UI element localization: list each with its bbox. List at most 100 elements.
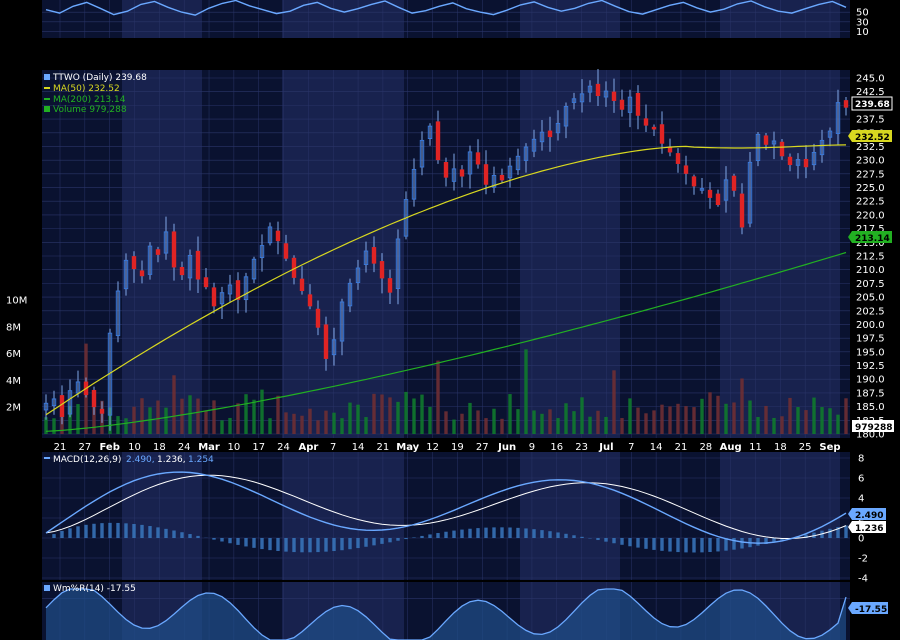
candle-body (203, 277, 209, 288)
candle-body (443, 162, 449, 178)
volume-bar (172, 375, 176, 434)
volume-bar (612, 370, 616, 434)
candle-body (667, 146, 673, 153)
date-tick-label: 7 (628, 442, 634, 453)
svg-text:-17.55: -17.55 (855, 605, 887, 615)
candle-body (483, 164, 489, 185)
volume-bar (396, 401, 400, 434)
stock-chart: 503010 245.0242.5240.0237.5235.0232.5230… (0, 0, 900, 640)
macd-tick-label: 8 (858, 454, 864, 465)
volume-bar (532, 410, 536, 434)
candle-body (659, 124, 665, 144)
macd-histogram-bar (364, 538, 368, 547)
volume-bar (644, 413, 648, 434)
band-top-4 (404, 0, 520, 38)
volume-bar (812, 397, 816, 434)
macd-histogram-bar (348, 538, 352, 550)
band-main-5 (520, 70, 620, 438)
macd-histogram-bar (356, 538, 360, 549)
volume-bar (636, 407, 640, 434)
macd-histogram-bar (108, 522, 112, 538)
macd-histogram-bar (52, 534, 56, 538)
macd-histogram-bar (380, 538, 384, 544)
date-tick-label: Sep (819, 442, 840, 453)
volume-bar (180, 398, 184, 434)
candle-body (275, 230, 281, 242)
date-tick-label: 27 (78, 442, 91, 453)
macd-histogram-bar (156, 527, 160, 538)
volume-bar (436, 360, 440, 434)
candle-body (619, 99, 625, 110)
volume-bar (756, 417, 760, 434)
price-tick-label: 195.0 (856, 347, 885, 358)
volume-bar (292, 413, 296, 434)
legend-swatch-ticker (44, 74, 50, 80)
volume-bar (156, 400, 160, 434)
macd-histogram-bar (700, 538, 704, 553)
volume-bar (740, 378, 744, 434)
volume-bar (828, 408, 832, 434)
macd-histogram-bar (476, 528, 480, 538)
candle-body (91, 389, 97, 408)
candle-body (435, 121, 441, 161)
macd-histogram-bar (76, 526, 80, 538)
macd-histogram-bar (612, 538, 616, 544)
macd-histogram-bar (188, 534, 192, 538)
macd-histogram-bar (596, 538, 600, 541)
macd-histogram-bar (140, 524, 144, 538)
volume-bar (252, 399, 256, 434)
candle-body (195, 250, 201, 280)
volume-bar (340, 418, 344, 434)
svg-text:239.68: 239.68 (855, 100, 890, 110)
macd-histogram-bar (260, 538, 264, 550)
macd-histogram-bar (284, 538, 288, 552)
volume-bar (660, 404, 664, 434)
candle-body (803, 158, 809, 168)
macd-histogram-bar (316, 538, 320, 553)
candle-body (155, 249, 161, 255)
volume-bar (516, 409, 520, 434)
signal-badge: 1.236 (848, 521, 886, 534)
background-bands (42, 0, 850, 640)
legend-ma50: MA(50) 232.52 (53, 84, 120, 94)
macd-histogram-bar (652, 538, 656, 550)
band-main-2 (202, 70, 282, 438)
macd-histogram-bar (436, 533, 440, 538)
macd-histogram-bar (340, 538, 344, 551)
macd-histogram-bar (452, 530, 456, 538)
volume-bar (204, 411, 208, 434)
macd-histogram-bar (244, 538, 248, 547)
macd-legend: MACD(12,26,9) 2.490, 1.236, 1.254 (44, 455, 214, 465)
macd-histogram-bar (556, 532, 560, 538)
legend-swatch-ma50 (44, 87, 50, 89)
band-top-3 (282, 0, 404, 38)
volume-bar (476, 410, 480, 434)
volume-bar (508, 394, 512, 434)
volume-bar (732, 402, 736, 434)
volume-bar (628, 398, 632, 434)
volume-bar (284, 412, 288, 434)
macd-histogram-bar (324, 538, 328, 552)
macd-histogram-bar (148, 526, 152, 538)
volume-bar (804, 410, 808, 434)
volume-bar (412, 398, 416, 434)
volume-bar (596, 410, 600, 434)
price-axis: 245.0242.5240.0237.5235.0232.5230.0227.5… (856, 74, 885, 441)
volume-bar (724, 403, 728, 434)
volume-bar (796, 407, 800, 434)
band-macd-5 (520, 452, 620, 580)
volume-bar (604, 416, 608, 434)
volume-bar (52, 418, 56, 434)
macd-tick-label: 0 (858, 534, 864, 545)
candle-body (691, 176, 697, 187)
band-macd-0 (42, 452, 122, 580)
macd-legend-signal: 1.236, (157, 455, 186, 465)
date-tick-label: 27 (476, 442, 489, 453)
legend-ma200: MA(200) 213.14 (53, 95, 126, 105)
volume-bar (260, 389, 264, 434)
macd-histogram-bar (572, 535, 576, 538)
legend-swatch-volume (44, 106, 50, 112)
volume-bar (468, 402, 472, 434)
candle-body (763, 135, 769, 145)
top-tick-label: 10 (856, 27, 869, 38)
